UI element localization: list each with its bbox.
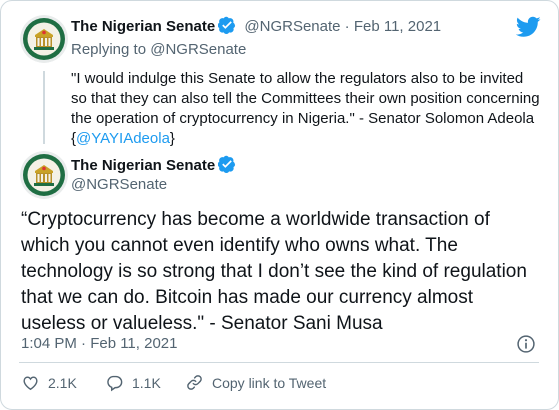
main-tweet-text: “Cryptocurrency has become a worldwide t… xyxy=(21,209,527,334)
parent-author-avatar[interactable] xyxy=(20,15,68,63)
reply-count: 1.1K xyxy=(132,374,161,391)
header-separator: · xyxy=(344,18,350,35)
heart-icon xyxy=(23,376,38,391)
copy-link-button[interactable]: Copy link to Tweet xyxy=(185,373,326,392)
replying-to-line: Replying to @NGRSenate xyxy=(71,40,246,60)
info-icon[interactable] xyxy=(516,334,536,354)
parent-tweet-date[interactable]: Feb 11, 2021 xyxy=(354,18,441,35)
reply-bubble-icon xyxy=(107,375,123,392)
main-tweet-handle-row: @NGRSenate xyxy=(71,175,167,195)
link-icon xyxy=(187,375,202,390)
verified-badge-icon xyxy=(218,16,236,34)
like-button[interactable]: 2.1K xyxy=(21,373,77,392)
verified-badge-icon xyxy=(218,155,236,173)
copy-link-label: Copy link to Tweet xyxy=(212,374,327,391)
main-author-handle[interactable]: @NGRSenate xyxy=(71,176,167,193)
parent-author-name[interactable]: The Nigerian Senate xyxy=(71,18,215,35)
parent-tweet-text: "I would indulge this Senate to allow th… xyxy=(71,69,541,149)
parent-tweet-header: The Nigerian Senate @NGRSenate · Feb 11,… xyxy=(71,16,441,37)
main-tweet-author-row: The Nigerian Senate xyxy=(71,155,236,176)
main-author-avatar[interactable] xyxy=(20,151,68,199)
like-count: 2.1K xyxy=(48,374,77,391)
actions-divider xyxy=(19,362,539,363)
senate-seal-icon xyxy=(20,15,68,63)
replying-to-label: Replying to xyxy=(71,41,147,58)
replying-to-handle[interactable]: @NGRSenate xyxy=(150,41,246,58)
main-tweet-timestamp: 1:04 PM · Feb 11, 2021 xyxy=(21,334,177,354)
main-author-name[interactable]: The Nigerian Senate xyxy=(71,157,215,174)
reply-button[interactable]: 1.1K xyxy=(105,373,161,392)
parent-tweet-mention[interactable]: @YAYIAdeola xyxy=(76,130,170,147)
twitter-bird-icon[interactable] xyxy=(516,16,541,38)
tweet-card: The Nigerian Senate @NGRSenate · Feb 11,… xyxy=(0,0,559,410)
thread-connector xyxy=(43,71,45,144)
parent-tweet-text-end: } xyxy=(169,130,175,147)
timestamp-link[interactable]: 1:04 PM · Feb 11, 2021 xyxy=(21,335,177,352)
senate-seal-icon xyxy=(20,151,68,199)
parent-author-handle[interactable]: @NGRSenate xyxy=(244,18,340,35)
